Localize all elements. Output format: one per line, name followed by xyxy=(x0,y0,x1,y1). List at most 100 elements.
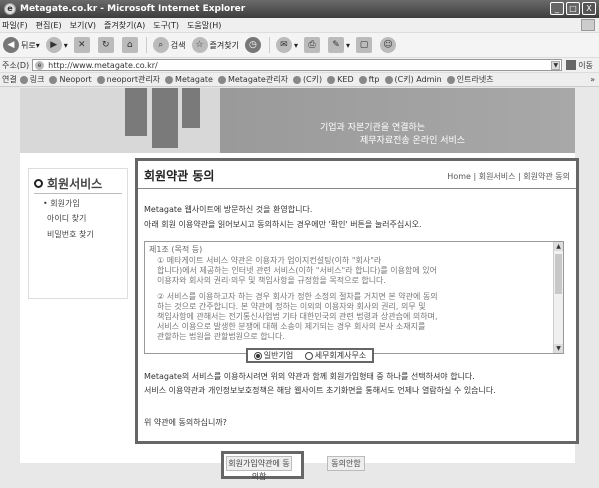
link-label: neoport관리자 xyxy=(106,75,161,84)
terms-paragraph: ① 메타게이트 서비스 약관은 이용자가 업이지컨설팅(이하 "회사"라 합니다… xyxy=(157,256,437,285)
messenger-button[interactable]: ☺ xyxy=(379,37,398,53)
forward-button[interactable]: ▶ ▾ xyxy=(45,37,68,53)
address-label: 주소(D) xyxy=(2,60,30,70)
search-label: 검색 xyxy=(170,40,186,50)
url-text: http://www.metagate.co.kr/ xyxy=(48,60,158,70)
selection-note: Metagate의 서비스를 이용하시려면 위의 약관과 함께 회원가입형태 중… xyxy=(144,372,475,381)
banner-figure xyxy=(182,88,200,128)
edit-button[interactable]: ✎ ▾ xyxy=(327,37,350,53)
menu-favorites[interactable]: 즐겨찾기(A) xyxy=(104,20,145,31)
ie-page-icon xyxy=(327,75,336,84)
close-button[interactable]: X xyxy=(582,2,596,15)
page-title: 회원약관 동의 xyxy=(144,169,215,183)
disagree-button[interactable]: 동의안함 xyxy=(327,456,365,471)
scroll-thumb[interactable] xyxy=(555,254,562,294)
scroll-up-icon[interactable]: ▲ xyxy=(554,242,563,251)
banner-figure xyxy=(152,88,178,148)
edit-icon: ✎ xyxy=(327,37,344,53)
refresh-icon: ↻ xyxy=(97,37,114,53)
radio-unselected-icon xyxy=(304,351,313,360)
menu-help[interactable]: 도움말(H) xyxy=(187,20,221,31)
radio-label: 세무회계사무소 xyxy=(314,351,367,360)
go-arrow-icon xyxy=(566,60,577,70)
discuss-icon: ▢ xyxy=(355,37,372,53)
ie-page-icon xyxy=(358,75,367,84)
refresh-button[interactable]: ↻ xyxy=(97,37,116,53)
mail-icon: ✉ xyxy=(275,37,292,53)
ie-page-icon xyxy=(384,75,393,84)
sidebar-item-signup[interactable]: • 회원가입 xyxy=(43,198,80,209)
link-item[interactable]: Metagate xyxy=(165,75,213,84)
sidebar-item-label: 회원가입 xyxy=(50,199,80,208)
radio-label: 일반기업 xyxy=(263,351,294,360)
banner-figure xyxy=(125,88,147,136)
ie-page-icon xyxy=(446,75,455,84)
title-bar: e Metagate.co.kr - Microsoft Internet Ex… xyxy=(0,0,599,18)
link-item[interactable]: 인트라넷츠 xyxy=(446,74,494,85)
window-title: Metagate.co.kr - Microsoft Internet Expl… xyxy=(20,4,246,14)
stop-icon: ✕ xyxy=(73,37,90,53)
minimize-button[interactable]: _ xyxy=(550,2,564,15)
go-label: 이동 xyxy=(578,60,593,70)
page-icon: e xyxy=(35,60,45,70)
link-item[interactable]: (C키) Admin xyxy=(384,74,442,85)
link-item[interactable]: (C키) xyxy=(292,74,322,85)
toolbar: ◀ 뒤로 ▾ ▶ ▾ ✕ ↻ ⌂ ⌕ 검색 ☆ 즐겨찾기 ◷ ✉ ▾ ⎙ ✎ ▾… xyxy=(0,33,599,58)
terms-textarea[interactable]: 제1조 (목적 등) ① 메타게이트 서비스 약관은 이용자가 업이지컨설팅(이… xyxy=(144,241,564,354)
ie-logo-icon: e xyxy=(4,3,16,15)
agree-button[interactable]: 회원가입약관에 동의함 xyxy=(226,456,292,481)
link-item[interactable]: KED xyxy=(327,75,354,84)
back-label: 뒤로 xyxy=(21,40,36,50)
discuss-button[interactable]: ▢ xyxy=(355,37,374,53)
scroll-down-icon[interactable]: ▼ xyxy=(554,344,563,353)
chevron-down-icon[interactable]: ▼ xyxy=(551,61,561,70)
link-label: KED xyxy=(337,75,354,84)
favorites-label: 즐겨찾기 xyxy=(209,40,239,50)
link-label: 링크 xyxy=(29,75,45,84)
messenger-icon: ☺ xyxy=(379,37,396,53)
search-button[interactable]: ⌕ 검색 xyxy=(152,37,186,53)
scrollbar[interactable]: ▲ ▼ xyxy=(553,242,563,353)
link-label: Metagate xyxy=(175,75,213,84)
back-button[interactable]: ◀ 뒤로 ▾ xyxy=(3,37,40,53)
link-item[interactable]: Metagate관리자 xyxy=(217,74,288,85)
ie-page-icon xyxy=(165,75,174,84)
link-item[interactable]: 링크 xyxy=(19,74,45,85)
url-input[interactable]: e http://www.metagate.co.kr/ ▼ xyxy=(32,59,563,71)
links-label: 연결 xyxy=(2,75,17,84)
go-button[interactable]: 이동 xyxy=(566,60,593,71)
terms-paragraph: ② 서비스를 이용하고자 하는 경우 회사가 정한 소정의 절차를 거치면 본 … xyxy=(157,292,438,341)
sidebar-item-find-password[interactable]: 비밀번호 찾기 xyxy=(47,229,94,240)
link-item[interactable]: Neoport xyxy=(49,75,92,84)
member-type-radio-group: 일반기업 세무회계사무소 xyxy=(246,348,374,363)
search-icon: ⌕ xyxy=(152,37,169,53)
sidebar-title: 회원서비스 xyxy=(47,177,103,191)
stop-button[interactable]: ✕ xyxy=(73,37,92,53)
toolbar-separator xyxy=(145,37,147,53)
menu-tools[interactable]: 도구(T) xyxy=(153,20,179,31)
menu-view[interactable]: 보기(V) xyxy=(70,20,96,31)
breadcrumb: Home | 회원서비스 | 회원약관 동의 xyxy=(447,172,570,181)
back-arrow-icon: ◀ xyxy=(3,37,19,53)
link-item[interactable]: ftp xyxy=(358,75,380,84)
star-icon: ☆ xyxy=(191,37,208,53)
policy-note: 서비스 이용약관과 개인정보보호정책은 해당 웹사이트 초기화면을 통해서도 언… xyxy=(144,386,496,395)
radio-accounting-office[interactable]: 세무회계사무소 xyxy=(304,350,367,361)
toolbar-separator xyxy=(268,37,270,53)
radio-company[interactable]: 일반기업 xyxy=(253,350,294,361)
link-item[interactable]: neoport관리자 xyxy=(96,74,161,85)
menu-edit[interactable]: 편집(E) xyxy=(36,20,62,31)
history-button[interactable]: ◷ xyxy=(244,37,263,53)
print-icon: ⎙ xyxy=(303,37,320,53)
chevron-right-icon[interactable]: » xyxy=(590,75,595,84)
ie-page-icon xyxy=(19,75,28,84)
favorites-button[interactable]: ☆ 즐겨찾기 xyxy=(191,37,239,53)
home-button[interactable]: ⌂ xyxy=(121,37,140,53)
maximize-button[interactable]: □ xyxy=(566,2,580,15)
print-button[interactable]: ⎙ xyxy=(303,37,322,53)
sidebar-item-find-id[interactable]: 아이디 찾기 xyxy=(47,213,86,224)
link-label: (C키) Admin xyxy=(394,75,442,84)
sidebar: 회원서비스 • 회원가입 아이디 찾기 비밀번호 찾기 xyxy=(28,168,128,299)
menu-file[interactable]: 파일(F) xyxy=(2,20,28,31)
mail-button[interactable]: ✉ ▾ xyxy=(275,37,298,53)
